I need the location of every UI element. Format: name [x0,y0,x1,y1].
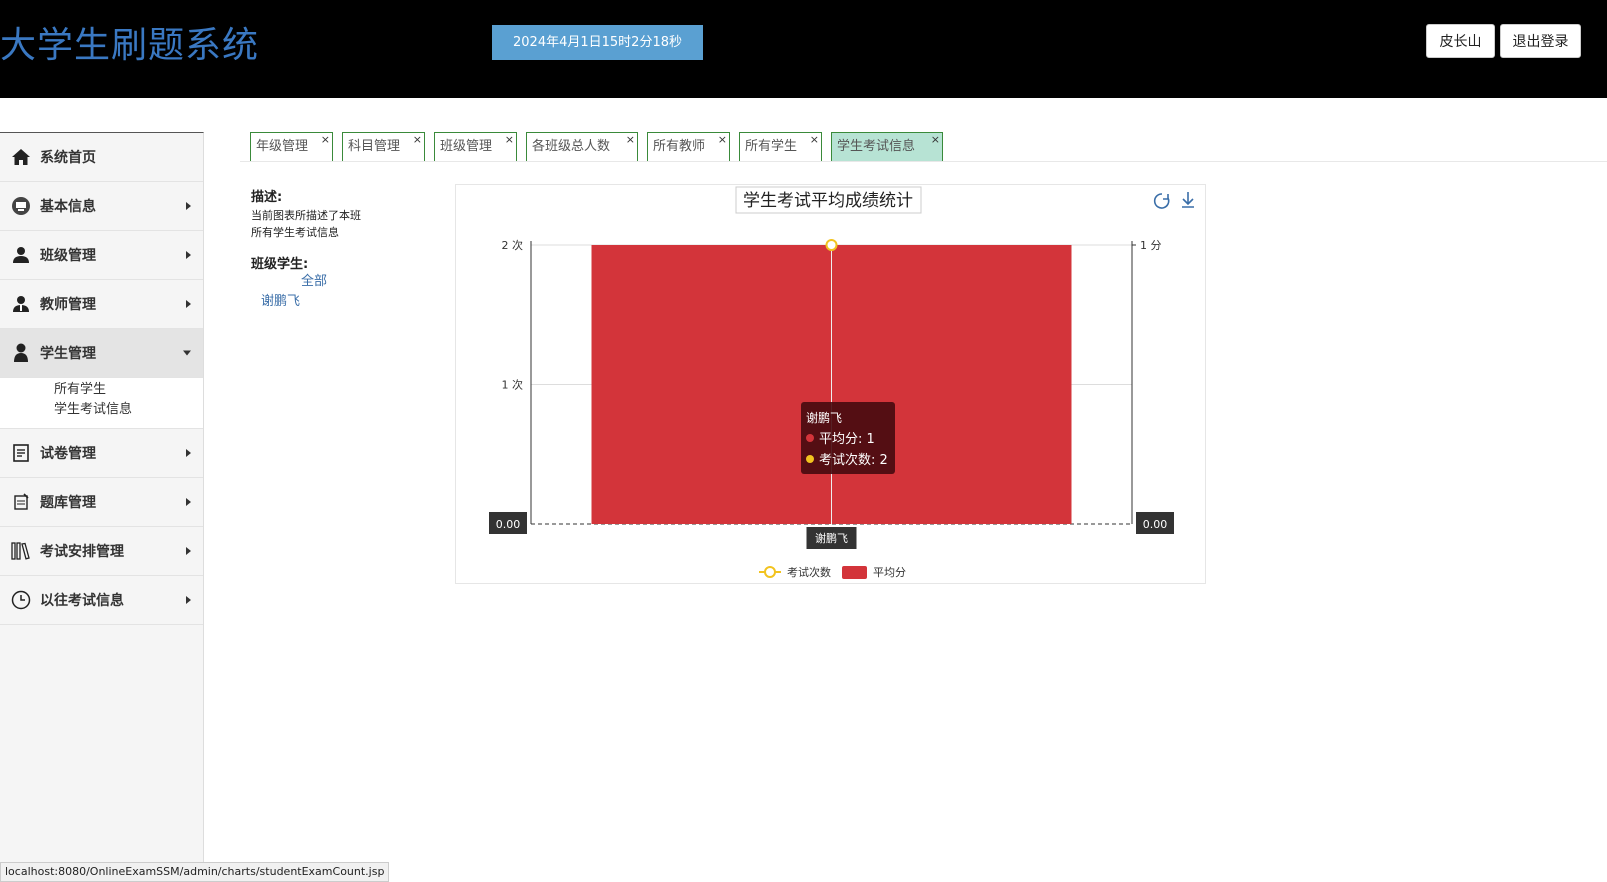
line-point-exam-count [825,239,838,251]
close-icon[interactable]: × [931,126,940,154]
student-link[interactable]: 谢鹏飞 [251,292,361,312]
tooltip-dot-count [806,455,814,463]
question-bank-icon [10,491,32,513]
paper-icon [10,442,32,464]
info-icon [10,195,32,217]
description-panel: 描述: 当前图表所描述了本班 所有学生考试信息 班级学生: 全部 谢鹏飞 [251,186,361,312]
class-students-title: 班级学生: [251,257,309,272]
legend-label-exam-count: 考试次数 [787,565,831,579]
sidebar-item-label: 以往考试信息 [40,593,124,609]
caret-down-icon [183,350,191,356]
tooltip-line-count: 考试次数: 2 [819,452,888,468]
sidebar-item-exam-schedule[interactable]: 考试安排管理 [0,527,203,576]
tab-divider [240,161,1607,162]
sidebar-item-label: 题库管理 [40,495,96,511]
axis-pointer-right-label: 0.00 [1143,518,1168,531]
tab-label: 班级管理 [440,139,493,154]
sidebar-item-question-bank[interactable]: 题库管理 [0,478,203,527]
caret-right-icon [186,202,191,210]
sidebar-item-label: 班级管理 [40,248,96,264]
tooltip-dot-average [806,434,814,442]
sidebar-item-paper-management[interactable]: 试卷管理 [0,429,203,478]
student-submenu: 所有学生 学生考试信息 [0,378,203,429]
legend-marker-exam-count [764,566,776,578]
caret-right-icon [186,251,191,259]
x-category-label: 谢鹏飞 [815,531,848,545]
sidebar-item-label: 教师管理 [40,297,96,313]
datetime-display: 2024年4月1日15时2分18秒 [492,25,703,60]
top-header: 大学生刷题系统 2024年4月1日15时2分18秒 皮长山 退出登录 [0,0,1607,98]
refresh-icon[interactable] [1153,193,1170,209]
close-icon[interactable]: × [505,126,514,154]
submenu-item-all-students[interactable]: 所有学生 [54,380,203,400]
tab-label: 科目管理 [348,139,401,154]
sidebar-item-label: 试卷管理 [40,446,96,462]
tab-class-totals[interactable]: 各班级总人数 × [526,132,638,162]
sidebar-item-label: 考试安排管理 [40,544,124,560]
tooltip-line-average: 平均分: 1 [819,432,875,447]
student-icon [10,342,32,364]
status-bar-url: localhost:8080/OnlineExamSSM/admin/chart… [0,862,390,882]
download-icon[interactable] [1182,192,1194,208]
legend-marker-average [842,566,867,579]
clock-icon [10,589,32,611]
tab-student-exam-info[interactable]: 学生考试信息 × [831,132,943,162]
user-button[interactable]: 皮长山 [1426,24,1495,58]
sidebar-item-teacher-management[interactable]: 教师管理 [0,280,203,329]
y-left-tick-label: 1 次 [502,378,524,392]
sidebar-item-class-management[interactable]: 班级管理 [0,231,203,280]
chart-container: 学生考试平均成绩统计 1 次2 次1 分 0.00 0.00 谢鹏飞 谢鹏飞 平均分: 1考… [455,184,1206,584]
user-group-icon [10,244,32,266]
tab-label: 年级管理 [256,139,309,154]
app-title: 大学生刷题系统 [0,25,260,66]
close-icon[interactable]: × [321,126,330,154]
sidebar-item-label: 系统首页 [40,150,96,166]
close-icon[interactable]: × [626,126,635,154]
description-text: 当前图表所描述了本班 所有学生考试信息 [251,209,361,239]
tab-all-students[interactable]: 所有学生 × [739,132,822,162]
y-right-tick-label: 1 分 [1140,239,1162,252]
close-icon[interactable]: × [718,126,727,154]
submenu-item-student-exam-info[interactable]: 学生考试信息 [54,400,203,420]
caret-right-icon [186,300,191,308]
all-students-link[interactable]: 全部 [251,272,361,292]
tab-bar: 年级管理 × 科目管理 × 班级管理 × 各班级总人数 × 所有教师 × 所有学… [250,132,952,162]
close-icon[interactable]: × [810,126,819,154]
close-icon[interactable]: × [413,126,422,154]
tab-label: 所有学生 [745,139,798,154]
tooltip-title: 谢鹏飞 [806,410,842,425]
home-icon [10,146,32,168]
tab-class-management[interactable]: 班级管理 × [434,132,517,162]
sidebar-item-label: 学生管理 [40,346,96,362]
caret-right-icon [186,498,191,506]
y-left-tick-label: 2 次 [502,238,524,252]
books-icon [10,540,32,562]
legend-label-average: 平均分 [873,566,906,579]
caret-right-icon [186,547,191,555]
description-title: 描述: [251,190,283,205]
caret-right-icon [186,596,191,604]
sidebar: 系统首页 基本信息 班级管理 教师管理 学生管理 所有学生 学生考试信息 试卷管… [0,132,204,882]
sidebar-item-past-exams[interactable]: 以往考试信息 [0,576,203,625]
exam-average-chart: 学生考试平均成绩统计1 次2 次1 分0.00 0.00谢鹏飞谢鹏飞平均分: 1考… [489,186,1194,579]
sidebar-item-home[interactable]: 系统首页 [0,133,203,182]
sidebar-item-label: 基本信息 [40,199,96,215]
tab-grade-management[interactable]: 年级管理 × [250,132,333,162]
logout-button[interactable]: 退出登录 [1500,24,1581,58]
tab-subject-management[interactable]: 科目管理 × [342,132,425,162]
tab-label: 所有教师 [653,139,706,154]
sidebar-item-student-management[interactable]: 学生管理 [0,329,203,378]
tab-label: 学生考试信息 [837,139,916,154]
tab-label: 各班级总人数 [532,139,611,154]
chart-title: 学生考试平均成绩统计 [743,191,913,211]
axis-pointer-left-label: 0.00 [496,518,521,531]
caret-right-icon [186,449,191,457]
sidebar-item-basic-info[interactable]: 基本信息 [0,182,203,231]
teacher-icon [10,293,32,315]
tab-all-teachers[interactable]: 所有教师 × [647,132,730,162]
